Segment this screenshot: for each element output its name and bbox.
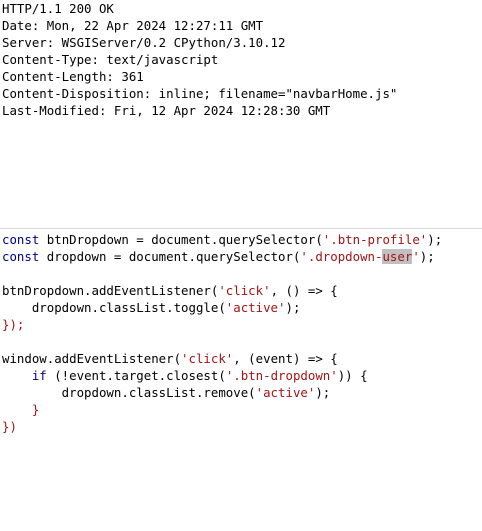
header-last-modified: Last-Modified: Fri, 12 Apr 2024 12:28:30… — [2, 103, 331, 118]
code-text: ); — [315, 385, 331, 400]
status-line: HTTP/1.1 200 OK — [2, 1, 114, 16]
string-literal: 'click' — [218, 283, 271, 298]
code-punctuation: } — [2, 402, 40, 417]
code-text: (!event.target.closest( — [46, 368, 226, 383]
code-text: dropdown.classList.remove( — [2, 385, 256, 400]
search-highlight: user — [382, 249, 413, 264]
string-literal: 'click' — [181, 351, 234, 366]
header-content-type: Content-Type: text/javascript — [2, 52, 219, 67]
keyword: const — [2, 232, 40, 247]
keyword: const — [2, 249, 40, 264]
string-literal: 'active' — [255, 385, 316, 400]
string-literal: '.btn-dropdown' — [225, 368, 338, 383]
code-line-10: dropdown.classList.remove('active'); — [2, 384, 331, 401]
code-line-1: const btnDropdown = document.querySelect… — [2, 231, 442, 248]
code-text: ); — [285, 300, 301, 315]
string-literal: ' — [412, 249, 420, 264]
string-literal: '.dropdown- — [300, 249, 383, 264]
code-text: window.addEventListener( — [2, 351, 182, 366]
code-line-12: }) — [2, 418, 17, 435]
code-text: ); — [427, 232, 443, 247]
code-line-4: btnDropdown.addEventListener('click', ()… — [2, 282, 338, 299]
response-headers-pane: HTTP/1.1 200 OK Date: Mon, 22 Apr 2024 1… — [0, 0, 482, 225]
code-text: dropdown.classList.toggle( — [2, 300, 226, 315]
code-text: , () => { — [270, 283, 338, 298]
code-line-8: window.addEventListener('click', (event)… — [2, 350, 338, 367]
code-line-2: const dropdown = document.querySelector(… — [2, 248, 435, 265]
code-line-11: } — [2, 401, 39, 418]
string-literal: '.btn-profile' — [322, 232, 428, 247]
code-line-9: if (!event.target.closest('.btn-dropdown… — [2, 367, 368, 384]
code-text: dropdown = document.querySelector( — [39, 249, 301, 264]
code-text: btnDropdown.addEventListener( — [2, 283, 219, 298]
header-server: Server: WSGIServer/0.2 CPython/3.10.12 — [2, 35, 286, 50]
code-text: )) { — [337, 368, 368, 383]
code-text: , (event) => { — [233, 351, 338, 366]
code-line-6: }); — [2, 316, 24, 333]
string-literal: 'active' — [225, 300, 286, 315]
header-content-length: Content-Length: 361 — [2, 69, 144, 84]
code-punctuation: }) — [2, 419, 17, 434]
response-body-pane[interactable]: const btnDropdown = document.querySelect… — [0, 231, 482, 440]
code-text: btnDropdown = document.querySelector( — [39, 232, 323, 247]
code-punctuation: }); — [2, 317, 25, 332]
keyword: if — [31, 368, 47, 383]
code-line-5: dropdown.classList.toggle('active'); — [2, 299, 301, 316]
code-text: ); — [419, 249, 435, 264]
header-content-disposition: Content-Disposition: inline; filename="n… — [2, 86, 398, 101]
pane-divider[interactable] — [0, 228, 482, 229]
header-date: Date: Mon, 22 Apr 2024 12:27:11 GMT — [2, 18, 264, 33]
